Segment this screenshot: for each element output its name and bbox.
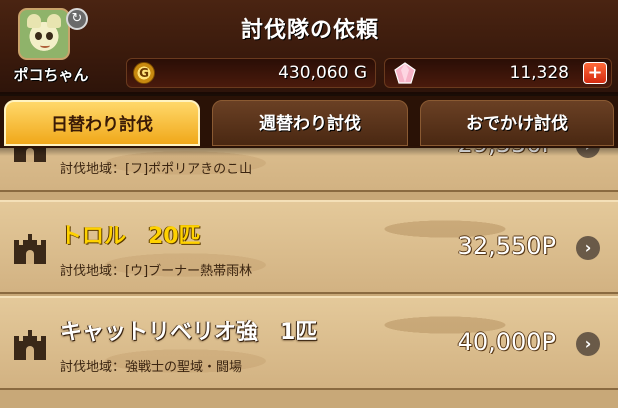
add-gem-button[interactable]: + — [583, 62, 607, 84]
quest-reward: 40,000P — [457, 328, 556, 356]
quest-row[interactable]: キャットリベリオ強 1匹 討伐地域：強戦士の聖域・闘場 40,000P › — [0, 296, 618, 390]
tab-weekly[interactable]: 週替わり討伐 — [212, 100, 408, 146]
quest-row[interactable]: トロル 20匹 討伐地域：[ウ]ブーナー熱帯雨林 32,550P › — [0, 200, 618, 294]
gem-balance: 11,328 + — [384, 58, 612, 88]
quest-area: 討伐地域：強戦士の聖域・闘場 — [60, 360, 243, 375]
quest-reward: 32,550P — [457, 232, 556, 260]
tab-bar: 日替わり討伐 週替わり討伐 おでかけ討伐 — [0, 96, 618, 148]
chevron-right-icon[interactable]: › — [576, 332, 600, 356]
gold-value: 430,060 G — [278, 63, 367, 83]
gem-icon — [394, 62, 416, 84]
tab-daily[interactable]: 日替わり討伐 — [4, 100, 200, 146]
quest-area: 討伐地域：[ウ]ブーナー熱帯雨林 — [60, 264, 253, 279]
gem-value: 11,328 — [509, 63, 569, 83]
list-top-shadow — [0, 148, 618, 156]
gold-balance: G 430,060 G — [126, 58, 376, 88]
header: ↻ ポコちゃん 討伐隊の依頼 G 430,060 G 11,328 + — [0, 0, 618, 94]
chevron-right-icon[interactable]: › — [576, 236, 600, 260]
refresh-icon[interactable]: ↻ — [66, 8, 88, 30]
player-profile[interactable]: ↻ ポコちゃん — [6, 6, 92, 90]
castle-icon — [14, 330, 46, 360]
tab-outing[interactable]: おでかけ討伐 — [420, 100, 614, 146]
quest-area: 討伐地域：[フ]ポポリアきのこ山 — [60, 162, 253, 177]
monster-name: トロル 20匹 — [60, 224, 201, 249]
player-name: ポコちゃん — [13, 66, 89, 84]
gold-coin-icon: G — [133, 62, 155, 84]
monster-name: キャットリベリオ強 1匹 — [60, 320, 318, 345]
page-title: 討伐隊の依頼 — [240, 18, 379, 43]
castle-icon — [14, 234, 46, 264]
quest-list[interactable]: 討伐地域：[フ]ポポリアきのこ山 29,550P › トロル 20匹 討伐地域：… — [0, 148, 618, 408]
avatar[interactable] — [18, 8, 70, 60]
